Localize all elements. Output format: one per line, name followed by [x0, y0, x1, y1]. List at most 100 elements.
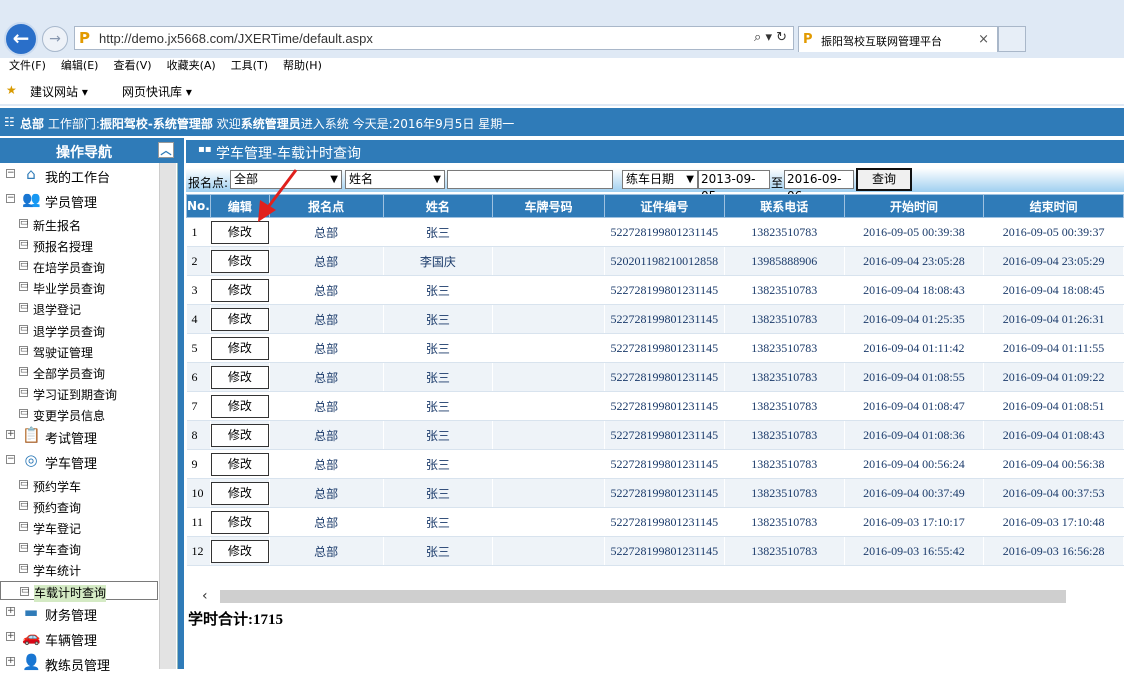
leaf-node-icon[interactable]: ▭	[19, 480, 29, 489]
sidebar-item-20[interactable]: ▭ 车载计时查询	[0, 580, 158, 602]
close-tab-icon[interactable]: ×	[978, 32, 989, 47]
edit-button[interactable]: 修改	[210, 307, 269, 331]
leaf-node-icon[interactable]: ▭	[19, 543, 29, 553]
browser-menu-item[interactable]: 工具(T)	[231, 58, 268, 74]
sidebar-item-16[interactable]: ▭ 预约查询	[0, 496, 158, 517]
column-header[interactable]: 编辑	[209, 194, 270, 218]
site-select[interactable]: 全部 ▼	[230, 170, 342, 189]
leaf-node-icon[interactable]: ▭	[19, 303, 29, 313]
sidebar-item-11[interactable]: ▭ 学习证到期查询	[0, 383, 158, 404]
favorites-star-icon[interactable]: ★	[6, 83, 17, 97]
horizontal-scrollbar[interactable]: ‹	[202, 588, 1124, 605]
date-from-input[interactable]: 2013-09-05	[698, 170, 770, 203]
column-header[interactable]: 车牌号码	[492, 194, 605, 218]
edit-button[interactable]: 修改	[210, 394, 269, 418]
leaf-node-icon[interactable]: ▭	[19, 324, 29, 334]
column-header[interactable]: 开始时间	[843, 194, 985, 218]
leaf-node-icon[interactable]: ▭	[19, 240, 29, 250]
sidebar-item-7[interactable]: ▭ 退学登记	[0, 298, 158, 319]
sidebar-item-1[interactable]: − ⌂ 我的工作台	[0, 164, 158, 186]
leaf-node-icon[interactable]: ▭	[19, 282, 29, 292]
edit-button[interactable]: 修改	[210, 249, 269, 273]
browser-menu-item[interactable]: 编辑(E)	[61, 58, 99, 74]
query-button[interactable]: 查询	[856, 168, 912, 191]
back-icon[interactable]: ←	[4, 22, 38, 56]
new-tab-button[interactable]	[998, 26, 1026, 52]
edit-button[interactable]: 修改	[210, 365, 269, 389]
search-refresh-icon[interactable]: ⌕ ▾ ↻	[754, 30, 787, 45]
date-field-select[interactable]: 练车日期 ▼	[622, 170, 698, 189]
leaf-node-icon[interactable]: ▭	[19, 219, 29, 228]
collapse-tree-icon[interactable]: −	[6, 455, 15, 464]
favorite-suggested-sites[interactable]: 建议网站 ▾	[30, 83, 88, 100]
sidebar-scrollbar[interactable]	[159, 163, 176, 669]
browser-menu-item[interactable]: 文件(F)	[9, 58, 46, 74]
sidebar-item-12[interactable]: ▭ 变更学员信息	[0, 404, 158, 425]
sidebar-item-17[interactable]: ▭ 学车登记	[0, 517, 158, 538]
edit-button[interactable]: 修改	[210, 278, 269, 302]
edit-button[interactable]: 修改	[210, 539, 269, 563]
column-header[interactable]: No.	[186, 194, 211, 218]
edit-button[interactable]: 修改	[210, 336, 269, 360]
sidebar-item-8[interactable]: ▭ 退学学员查询	[0, 320, 158, 341]
collapse-tree-icon[interactable]: −	[6, 169, 15, 178]
header-org: 总部	[20, 117, 45, 131]
expand-tree-icon[interactable]: +	[6, 430, 15, 439]
sidebar-item-18[interactable]: ▭ 学车查询	[0, 538, 158, 559]
expand-tree-icon[interactable]: +	[6, 631, 15, 641]
sidebar-item-9[interactable]: ▭ 驾驶证管理	[0, 341, 158, 362]
sidebar-item-6[interactable]: ▭ 毕业学员查询	[0, 277, 158, 298]
leaf-node-icon[interactable]: ▭	[20, 586, 30, 596]
sidebar-item-19[interactable]: ▭ 学车统计	[0, 559, 158, 580]
sidebar-item-14[interactable]: − ◎ 学车管理	[0, 450, 158, 472]
leaf-node-icon[interactable]: ▭	[19, 564, 29, 574]
sidebar-item-10[interactable]: ▭ 全部学员查询	[0, 362, 158, 383]
expand-tree-icon[interactable]: +	[6, 606, 15, 616]
scrollbar-thumb[interactable]	[220, 590, 1066, 603]
edit-button[interactable]: 修改	[210, 452, 269, 476]
sidebar-item-5[interactable]: ▭ 在培学员查询	[0, 256, 158, 277]
expand-tree-icon[interactable]: +	[6, 656, 15, 666]
sidebar-item-22[interactable]: + 🚗 车辆管理	[0, 627, 158, 649]
leaf-node-icon[interactable]: ▭	[19, 261, 29, 271]
cell-plate	[492, 275, 605, 305]
leaf-node-icon[interactable]: ▭	[19, 408, 29, 418]
favorite-web-slice[interactable]: 网页快讯库 ▾	[122, 83, 192, 100]
column-header[interactable]: 证件编号	[603, 194, 725, 218]
sidebar-item-15[interactable]: ▭ 预约学车	[0, 475, 158, 496]
leaf-node-icon[interactable]: ▭	[19, 522, 29, 532]
sidebar-item-4[interactable]: ▭ 预报名授理	[0, 235, 158, 256]
column-header[interactable]: 报名点	[268, 194, 384, 218]
leaf-node-icon[interactable]: ▭	[19, 345, 29, 355]
keyword-input[interactable]	[447, 170, 613, 189]
field-select[interactable]: 姓名 ▼	[345, 170, 445, 189]
date-to-input[interactable]: 2016-09-06	[784, 170, 854, 203]
edit-button[interactable]: 修改	[210, 220, 269, 244]
edit-button[interactable]: 修改	[210, 423, 269, 447]
browser-tab[interactable]: P 振阳驾校互联网管理平台 ×	[798, 26, 998, 52]
forward-icon[interactable]: →	[42, 26, 68, 52]
browser-menu-item[interactable]: 查看(V)	[113, 58, 151, 74]
sidebar-item-21[interactable]: + ▬ 财务管理	[0, 602, 158, 624]
leaf-node-icon[interactable]: ▭	[19, 387, 29, 397]
sidebar-item-2[interactable]: − 👥 学员管理	[0, 189, 158, 211]
collapse-tree-icon[interactable]: −	[6, 194, 15, 203]
sidebar-item-13[interactable]: + 📋 考试管理	[0, 425, 158, 447]
column-header[interactable]: 结束时间	[983, 194, 1124, 218]
edit-button[interactable]: 修改	[210, 510, 269, 534]
sidebar-item-3[interactable]: ▭ 新生报名	[0, 214, 158, 235]
address-url[interactable]: http://demo.jx5668.com/JXERTime/default.…	[99, 31, 373, 46]
sidebar-item-23[interactable]: + 👤 教练员管理	[0, 652, 158, 674]
column-header[interactable]: 姓名	[382, 194, 494, 218]
cell-start: 2016-09-03 17:10:17	[844, 507, 985, 537]
address-bar[interactable]: P http://demo.jx5668.com/JXERTime/defaul…	[74, 26, 794, 50]
collapse-icon[interactable]: ︿	[158, 142, 174, 158]
scroll-left-icon[interactable]: ‹	[202, 588, 208, 604]
browser-menu-item[interactable]: 收藏夹(A)	[167, 58, 216, 74]
leaf-node-icon[interactable]: ▭	[19, 366, 29, 376]
browser-menu-item[interactable]: 帮助(H)	[283, 58, 322, 74]
column-header[interactable]: 联系电话	[723, 194, 845, 218]
cell-no: 8	[186, 420, 211, 450]
leaf-node-icon[interactable]: ▭	[19, 501, 29, 511]
edit-button[interactable]: 修改	[210, 481, 269, 505]
